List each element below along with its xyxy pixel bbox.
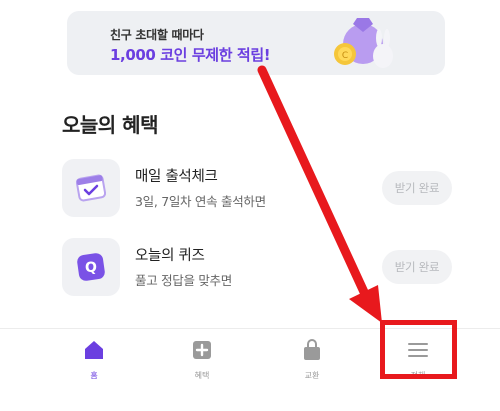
claim-status-button[interactable]: 받기 완료	[382, 171, 452, 205]
benefit-item-quiz[interactable]: Q 오늘의 퀴즈 풀고 정답을 맞추면 받기 완료	[62, 238, 452, 298]
tab-label: 교환	[304, 371, 320, 380]
tab-exchange[interactable]: 교환	[277, 337, 347, 387]
tab-home[interactable]: 홈	[59, 337, 129, 387]
svg-text:Q: Q	[85, 260, 97, 276]
benefit-name: 매일 출석체크	[135, 169, 218, 185]
home-icon	[85, 341, 103, 359]
section-title: 오늘의 혜택	[62, 113, 158, 137]
svg-text:C: C	[342, 51, 348, 61]
benefit-desc: 풀고 정답을 맞추면	[135, 273, 232, 288]
benefit-thumb	[62, 159, 120, 217]
coin-pouch-illustration-icon: C	[334, 18, 393, 68]
benefit-name: 오늘의 퀴즈	[135, 248, 205, 264]
shopping-bag-icon	[304, 339, 320, 360]
tab-benefits[interactable]: 혜택	[167, 337, 237, 387]
banner-subtitle: 친구 초대할 때마다	[110, 28, 204, 42]
annotation-highlight-box	[380, 320, 457, 379]
tab-label: 홈	[90, 371, 98, 380]
calendar-check-icon	[75, 174, 107, 202]
quiz-q-icon: Q	[77, 253, 105, 281]
claim-status-button[interactable]: 받기 완료	[382, 250, 452, 284]
tab-label: 혜택	[194, 371, 210, 380]
benefit-thumb: Q	[62, 238, 120, 296]
banner-title: 1,000 코인 무제한 적립!	[110, 46, 271, 64]
benefit-desc: 3일, 7일차 연속 출석하면	[135, 194, 266, 209]
invite-promo-banner[interactable]: 친구 초대할 때마다 1,000 코인 무제한 적립! C	[67, 11, 445, 75]
plus-square-icon	[193, 341, 211, 359]
benefit-item-attendance[interactable]: 매일 출석체크 3일, 7일차 연속 출석하면 받기 완료	[62, 159, 452, 219]
